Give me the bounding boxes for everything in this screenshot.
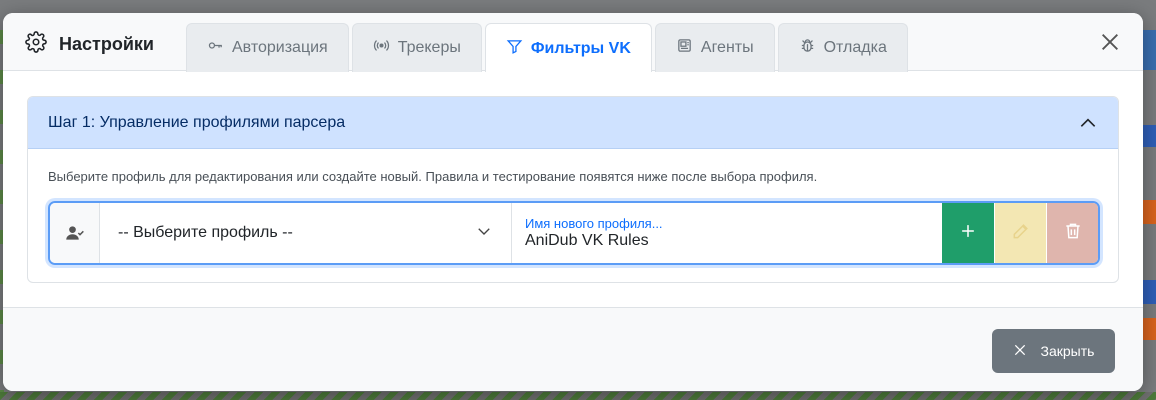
step-card: Шаг 1: Управление профилями парсера Выбе… <box>27 96 1119 283</box>
close-button[interactable]: Закрыть <box>992 329 1115 373</box>
tab-trackers[interactable]: Трекеры <box>351 23 482 72</box>
tab-label: Авторизация <box>232 39 328 56</box>
modal-body: Шаг 1: Управление профилями парсера Выбе… <box>3 72 1143 308</box>
filter-icon <box>506 38 523 60</box>
backdrop-edge <box>1143 200 1156 224</box>
modal-footer: Закрыть <box>3 307 1143 391</box>
pencil-icon <box>1011 221 1031 246</box>
chevron-up-icon <box>1078 113 1098 133</box>
broadcast-icon <box>373 37 390 59</box>
new-profile-label: Имя нового профиля... <box>525 216 663 231</box>
profile-select-value: -- Выберите профиль -- <box>118 224 293 241</box>
close-icon[interactable] <box>1099 31 1121 53</box>
backdrop-edge <box>1143 30 1156 70</box>
key-icon <box>207 37 224 59</box>
backdrop-edge <box>1143 318 1156 340</box>
tab-label: Фильтры VK <box>530 39 631 57</box>
tab-authorization[interactable]: Авторизация <box>186 23 349 72</box>
step-title: Шаг 1: Управление профилями парсера <box>48 113 346 131</box>
modal-header: Настройки Авторизация Трекеры Фильтры VK <box>3 13 1143 73</box>
close-icon <box>1013 343 1027 360</box>
profile-input-group: -- Выберите профиль -- Имя нового профил… <box>48 201 1100 265</box>
tab-label: Отладка <box>823 39 887 56</box>
backdrop-edge <box>1143 280 1156 304</box>
tab-debug[interactable]: Отладка <box>777 23 908 72</box>
add-profile-button[interactable] <box>942 203 994 263</box>
delete-profile-button[interactable] <box>1046 203 1098 263</box>
step-description: Выберите профиль для редактирования или … <box>48 169 818 184</box>
tab-vk-filters[interactable]: Фильтры VK <box>484 23 652 73</box>
modal-title-text: Настройки <box>59 34 154 54</box>
plus-icon <box>958 221 978 246</box>
step-header[interactable]: Шаг 1: Управление профилями парсера <box>28 97 1118 149</box>
tab-agents[interactable]: Агенты <box>654 23 775 72</box>
user-check-icon <box>50 203 100 263</box>
new-profile-name-input[interactable]: Имя нового профиля... AniDub VK Rules <box>512 203 942 263</box>
gear-icon <box>25 31 47 58</box>
modal-title: Настройки <box>25 31 154 58</box>
tab-label: Трекеры <box>397 39 461 56</box>
backdrop-edge <box>1143 125 1156 147</box>
settings-modal: Настройки Авторизация Трекеры Фильтры VK <box>3 13 1143 391</box>
backdrop-edge <box>0 392 1156 400</box>
trash-icon <box>1063 221 1083 246</box>
tab-label: Агенты <box>700 39 754 56</box>
agent-icon <box>676 37 693 59</box>
new-profile-value: AniDub VK Rules <box>525 232 649 249</box>
close-button-label: Закрыть <box>1040 343 1095 359</box>
settings-tabs: Авторизация Трекеры Фильтры VK Агенты От… <box>186 23 908 73</box>
edit-profile-button[interactable] <box>994 203 1046 263</box>
chevron-down-icon <box>475 222 493 245</box>
profile-select[interactable]: -- Выберите профиль -- <box>100 203 512 263</box>
bug-icon <box>799 37 816 59</box>
